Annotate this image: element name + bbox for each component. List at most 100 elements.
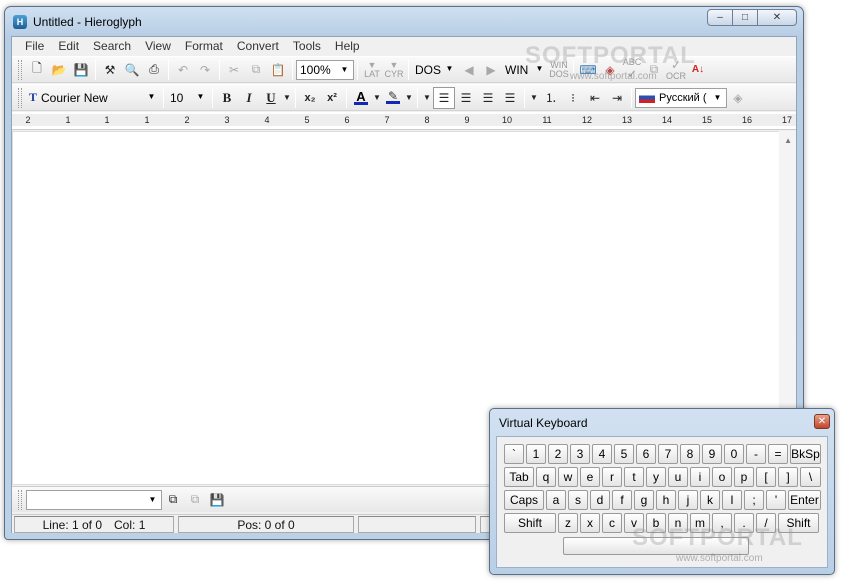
key-e[interactable]: e	[580, 467, 600, 487]
toolbar-grip[interactable]	[18, 59, 22, 80]
key-symbol[interactable]: -	[746, 444, 766, 464]
menu-file[interactable]: File	[18, 39, 51, 53]
key-symbol[interactable]: ]	[778, 467, 798, 487]
scroll-up-icon[interactable]: ▲	[784, 136, 792, 145]
menu-help[interactable]: Help	[328, 39, 367, 53]
key-l[interactable]: l	[722, 490, 742, 510]
highlight-color-icon[interactable]: ✎	[382, 87, 404, 109]
key-h[interactable]: h	[656, 490, 676, 510]
key-bksp[interactable]: BkSp	[790, 444, 821, 464]
font-name-select[interactable]: T Courier New ▼	[26, 88, 160, 108]
new-document-icon[interactable]: 🗋	[26, 59, 48, 81]
key-s[interactable]: s	[568, 490, 588, 510]
undo-icon[interactable]: ↶	[172, 59, 194, 81]
highlight-dropdown-icon[interactable]: ▼	[404, 87, 414, 109]
key-tab[interactable]: Tab	[504, 467, 534, 487]
tools-icon[interactable]: ⚒	[99, 59, 121, 81]
superscript-button[interactable]: x²	[321, 87, 343, 109]
maximize-button[interactable]: □	[732, 9, 758, 26]
key-x[interactable]: x	[580, 513, 600, 533]
key-shift[interactable]: Shift	[504, 513, 556, 533]
key-2[interactable]: 2	[548, 444, 568, 464]
key-symbol[interactable]: [	[756, 467, 776, 487]
menu-edit[interactable]: Edit	[51, 39, 86, 53]
key-t[interactable]: t	[624, 467, 644, 487]
toolbar-grip[interactable]	[18, 489, 22, 510]
key-c[interactable]: c	[602, 513, 622, 533]
key-q[interactable]: q	[536, 467, 556, 487]
bold-button[interactable]: B	[216, 87, 238, 109]
key-5[interactable]: 5	[614, 444, 634, 464]
toolbar-grip[interactable]	[18, 87, 22, 108]
key-k[interactable]: k	[700, 490, 720, 510]
arrow-right-icon[interactable]: ▶	[480, 59, 502, 81]
ruler[interactable]: 2 1 1 1 2 3 4 5 6 7 8 9 10 11 12 13 14 15 16 17	[12, 112, 796, 130]
numbered-list-icon[interactable]: ⒈	[540, 87, 562, 109]
cut-icon[interactable]: ✂	[223, 59, 245, 81]
key-p[interactable]: p	[734, 467, 754, 487]
key-j[interactable]: j	[678, 490, 698, 510]
list-dropdown-icon[interactable]: ▼	[528, 87, 540, 109]
align-dropdown-icon[interactable]: ▼	[421, 87, 433, 109]
menu-view[interactable]: View	[138, 39, 178, 53]
key-z[interactable]: z	[558, 513, 578, 533]
font-color-button[interactable]: A	[350, 87, 372, 109]
copy-pages-icon[interactable]: ⧉	[162, 489, 184, 511]
key-f[interactable]: f	[612, 490, 632, 510]
key-8[interactable]: 8	[680, 444, 700, 464]
key-symbol[interactable]: =	[768, 444, 788, 464]
language-settings-icon[interactable]: ◈	[727, 87, 749, 109]
key-i[interactable]: i	[690, 467, 710, 487]
title-bar[interactable]: H Untitled - Hieroglyph – □ ✕	[5, 7, 803, 37]
close-button[interactable]: ✕	[757, 9, 797, 26]
save-icon[interactable]: 💾	[70, 59, 92, 81]
redo-icon[interactable]: ↷	[194, 59, 216, 81]
underline-button[interactable]: U	[260, 87, 282, 109]
menu-convert[interactable]: Convert	[230, 39, 286, 53]
save-pages-icon[interactable]: 💾	[206, 489, 228, 511]
key-a[interactable]: a	[546, 490, 566, 510]
bulleted-list-icon[interactable]: ⁝	[562, 87, 584, 109]
copy-icon[interactable]: ⧉	[245, 59, 267, 81]
align-justify-icon[interactable]: ☰	[499, 87, 521, 109]
key-r[interactable]: r	[602, 467, 622, 487]
decrease-indent-icon[interactable]: ⇤	[584, 87, 606, 109]
print-preview-icon[interactable]: 🔍	[121, 59, 143, 81]
key-y[interactable]: y	[646, 467, 666, 487]
key-6[interactable]: 6	[636, 444, 656, 464]
underline-options-icon[interactable]: ▼	[282, 87, 292, 109]
arrow-left-icon[interactable]: ◀	[458, 59, 480, 81]
to-latin-icon[interactable]: ▼ LAT	[361, 59, 383, 81]
align-center-icon[interactable]: ☰	[455, 87, 477, 109]
bottom-select[interactable]: ▼	[26, 489, 162, 510]
key-9[interactable]: 9	[702, 444, 722, 464]
key-0[interactable]: 0	[724, 444, 744, 464]
encoding-from-select[interactable]: DOS ▼	[412, 60, 458, 80]
to-cyrillic-icon[interactable]: ▼ CYR	[383, 59, 405, 81]
menu-tools[interactable]: Tools	[286, 39, 328, 53]
key-symbol[interactable]: '	[766, 490, 786, 510]
key-7[interactable]: 7	[658, 444, 678, 464]
italic-button[interactable]: I	[238, 87, 260, 109]
key-symbol[interactable]: `	[504, 444, 524, 464]
key-1[interactable]: 1	[526, 444, 546, 464]
key-u[interactable]: u	[668, 467, 688, 487]
key-3[interactable]: 3	[570, 444, 590, 464]
key-g[interactable]: g	[634, 490, 654, 510]
key-4[interactable]: 4	[592, 444, 612, 464]
virtual-keyboard-close-button[interactable]: ✕	[814, 414, 830, 429]
increase-indent-icon[interactable]: ⇥	[606, 87, 628, 109]
align-right-icon[interactable]: ☰	[477, 87, 499, 109]
print-icon[interactable]: ⎙	[143, 59, 165, 81]
key-o[interactable]: o	[712, 467, 732, 487]
minimize-button[interactable]: –	[707, 9, 733, 26]
menu-search[interactable]: Search	[86, 39, 138, 53]
subscript-button[interactable]: x₂	[299, 87, 321, 109]
key-caps[interactable]: Caps	[504, 490, 544, 510]
font-color-dropdown-icon[interactable]: ▼	[372, 87, 382, 109]
key-enter[interactable]: Enter	[788, 490, 821, 510]
key-w[interactable]: w	[558, 467, 578, 487]
move-pages-icon[interactable]: ⧉	[184, 489, 206, 511]
menu-format[interactable]: Format	[178, 39, 230, 53]
key-symbol[interactable]: ;	[744, 490, 764, 510]
